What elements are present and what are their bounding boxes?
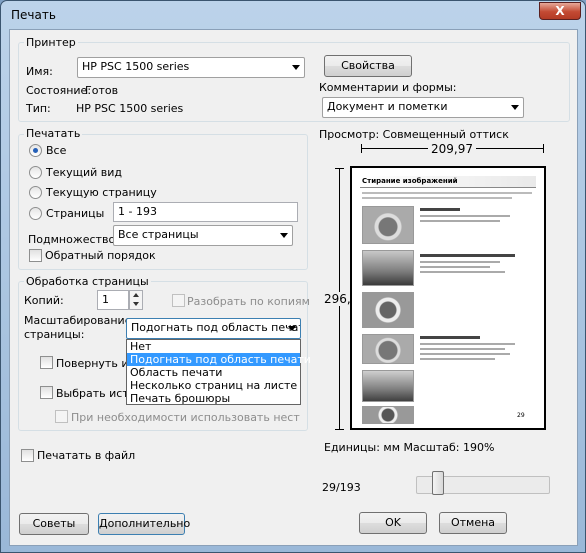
use-custom-label: При необходимости использовать нест — [71, 411, 300, 424]
choose-source-checkbox[interactable] — [40, 386, 53, 399]
properties-button[interactable]: Свойства — [324, 55, 412, 77]
comments-label: Комментарии и формы: — [319, 81, 457, 94]
type-label: Тип: — [26, 102, 51, 115]
radio-all[interactable] — [29, 144, 42, 157]
auto-rotate-checkbox[interactable] — [40, 356, 53, 369]
choose-source-label[interactable]: Выбрать исто — [56, 387, 135, 400]
scaling-select[interactable]: Подогнать под область печати — [126, 318, 301, 339]
scaling-option-selected[interactable]: Подогнать под область печати — [127, 353, 311, 366]
width-value: 209,97 — [428, 142, 476, 156]
chevron-down-icon — [511, 105, 519, 110]
mini-camera-image-2 — [362, 334, 414, 364]
mini-text-line — [420, 220, 500, 222]
print-to-file-label[interactable]: Печатать в файл — [37, 449, 135, 462]
radio-current-view-label[interactable]: Текущий вид — [46, 166, 122, 179]
printer-name-label: Имя: — [26, 65, 53, 78]
scaling-dropdown-list: Нет Подогнать под область печати Область… — [126, 339, 311, 405]
status-value: Готов — [85, 84, 119, 97]
height-dim-tick-top — [335, 168, 344, 169]
tips-button[interactable]: Советы — [19, 513, 89, 535]
width-dim-tick-right — [543, 144, 544, 153]
chevron-down-icon — [280, 233, 288, 238]
radio-current-page[interactable] — [29, 186, 42, 199]
subset-value: Все страницы — [118, 228, 199, 241]
page-handling-label: Обработка страницы — [24, 275, 151, 288]
advanced-button[interactable]: Дополнительно — [98, 513, 190, 535]
up-arrow-icon[interactable] — [133, 293, 139, 297]
chevron-down-icon — [292, 65, 300, 70]
mini-step-title — [420, 254, 515, 257]
reverse-order-checkbox[interactable] — [29, 249, 42, 262]
collate-checkbox[interactable] — [172, 294, 185, 307]
reverse-order-label[interactable]: Обратный порядок — [45, 249, 156, 262]
radio-all-label[interactable]: Все — [46, 144, 66, 157]
ok-button[interactable]: OK — [359, 512, 427, 534]
copies-label: Копий: — [24, 294, 64, 307]
mini-landscape-image — [362, 250, 414, 286]
scaling-option[interactable]: Несколько страниц на листе — [127, 379, 300, 392]
copies-spinner[interactable] — [129, 290, 143, 310]
mini-text-line — [362, 197, 512, 199]
comments-value: Документ и пометки — [327, 100, 448, 113]
width-dim-tick-left — [361, 144, 362, 153]
mini-text-line — [420, 348, 505, 350]
cancel-button[interactable]: Отмена — [439, 512, 507, 534]
mini-text-line — [420, 353, 510, 355]
scaling-label-line1: Масштабирование — [24, 314, 132, 327]
subset-label: Подмножество: — [28, 233, 119, 246]
mini-dial-image — [362, 292, 414, 328]
chevron-down-icon — [288, 326, 296, 331]
dialog-client-area: Принтер Имя: HP PSC 1500 series Свойства… — [9, 29, 578, 546]
mini-camera-image — [362, 206, 414, 244]
print-to-file-checkbox[interactable] — [21, 449, 34, 462]
radio-pages-label[interactable]: Страницы — [46, 207, 104, 220]
collate-label: Разобрать по копиям — [187, 295, 310, 308]
units-scale-text: Единицы: мм Масштаб: 190% — [324, 441, 495, 454]
height-dim-tick-bottom — [335, 429, 344, 430]
printer-group-label: Принтер — [24, 36, 78, 49]
copies-input[interactable]: 1 — [97, 290, 129, 310]
page-slider-thumb[interactable] — [432, 471, 444, 495]
scaling-label-line2: страницы: — [24, 328, 85, 341]
mini-dial-image-2 — [362, 406, 414, 424]
status-label: Состояние: — [26, 84, 92, 97]
title-bar[interactable]: Печать X — [1, 1, 585, 29]
scaling-option[interactable]: Печать брошюры — [127, 392, 300, 405]
close-button[interactable]: X — [539, 2, 581, 20]
mini-text-line — [420, 358, 495, 360]
mini-page-number: 29 — [517, 412, 525, 419]
mini-text-line — [420, 261, 500, 263]
use-custom-checkbox[interactable] — [55, 410, 68, 423]
down-arrow-icon[interactable] — [133, 302, 139, 306]
mini-header-bar: Стирание изображений — [360, 176, 536, 188]
radio-current-page-label[interactable]: Текущую страницу — [46, 186, 157, 199]
radio-pages[interactable] — [29, 207, 42, 220]
pages-input[interactable]: 1 - 193 — [113, 202, 298, 222]
comments-select[interactable]: Документ и пометки — [322, 97, 524, 118]
mini-step-title — [420, 336, 480, 339]
type-value: HP PSC 1500 series — [76, 102, 184, 115]
page-counter: 29/193 — [322, 481, 361, 494]
mini-text-line — [362, 192, 532, 194]
mini-step-title — [420, 208, 460, 211]
radio-current-view[interactable] — [29, 166, 42, 179]
scaling-option[interactable]: Область печати — [127, 366, 300, 379]
printer-name-value: HP PSC 1500 series — [82, 60, 190, 73]
mini-text-line — [420, 343, 515, 345]
mini-text-line — [420, 215, 510, 217]
print-range-label: Печатать — [24, 127, 83, 140]
preview-label: Просмотр: Совмещенный оттиск — [319, 128, 509, 141]
scaling-option[interactable]: Нет — [127, 340, 300, 353]
print-dialog-window: Печать X Принтер Имя: HP PSC 1500 series… — [0, 0, 586, 553]
window-title: Печать — [11, 8, 56, 22]
mini-landscape-image-2 — [362, 370, 414, 402]
printer-name-select[interactable]: HP PSC 1500 series — [77, 57, 305, 78]
mini-text-line — [420, 266, 490, 268]
scaling-value: Подогнать под область печати — [131, 321, 301, 334]
subset-select[interactable]: Все страницы — [113, 225, 293, 246]
mini-text-line — [420, 271, 505, 273]
mini-page-heading: Стирание изображений — [362, 177, 458, 185]
preview-page: Стирание изображений 29 — [350, 166, 546, 430]
